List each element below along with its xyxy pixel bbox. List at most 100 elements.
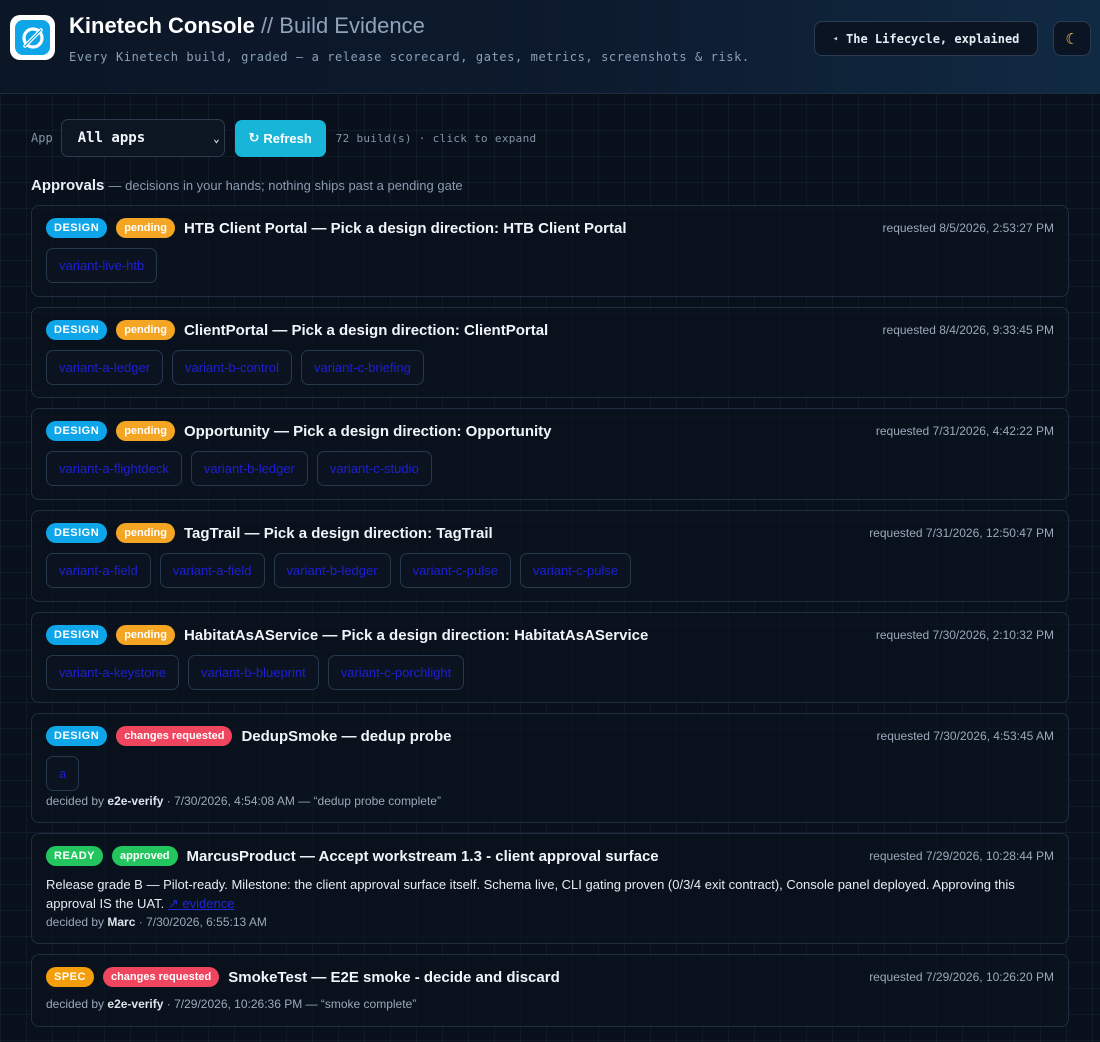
approvals-hint: — decisions in your hands; nothing ships… — [108, 178, 463, 193]
refresh-icon: ↻ — [248, 130, 260, 145]
app-name: Kinetech Console — [69, 13, 255, 38]
requested-time: requested 8/5/2026, 2:53:27 PM — [882, 221, 1054, 235]
kind-badge: DESIGN — [46, 218, 108, 238]
decided-detail: · 7/30/2026, 4:54:08 AM — “dedup probe c… — [166, 794, 441, 808]
chevron-down-icon: ⌄ — [213, 131, 220, 145]
variant-link[interactable]: variant-a-field — [159, 553, 265, 588]
variant-list: variant-a-ledger variant-b-control varia… — [46, 350, 424, 385]
kinetech-logo — [10, 15, 55, 60]
variant-link[interactable]: variant-b-control — [172, 350, 292, 385]
kind-badge: DESIGN — [46, 625, 108, 645]
moon-icon: ☾ — [1065, 30, 1079, 48]
status-badge: approved — [112, 846, 178, 866]
decision-info: decided by Marc · 7/30/2026, 6:55:13 AM — [46, 915, 267, 929]
decided-prefix: decided by — [46, 915, 105, 929]
variant-link[interactable]: variant-c-pulse — [519, 553, 632, 588]
kind-badge: DESIGN — [46, 421, 108, 441]
requested-time: requested 7/29/2026, 10:28:44 PM — [869, 849, 1054, 863]
approval-card[interactable]: SPEC changes requested SmokeTest — E2E s… — [31, 954, 1069, 1027]
app-select[interactable]: All apps ⌄ — [60, 119, 225, 157]
decided-detail: · 7/29/2026, 10:26:36 PM — “smoke comple… — [166, 997, 417, 1011]
status-badge: pending — [116, 218, 175, 238]
status-badge: pending — [116, 523, 175, 543]
variant-link[interactable]: variant-b-ledger — [273, 553, 391, 588]
variant-link[interactable]: variant-a-ledger — [46, 350, 164, 385]
approvals-title: Approvals — [31, 177, 105, 194]
app-filter-label: App — [31, 131, 53, 145]
approval-card[interactable]: DESIGN pending ClientPortal — Pick a des… — [31, 307, 1069, 398]
requested-time: requested 7/30/2026, 4:53:45 AM — [876, 729, 1054, 743]
status-badge: changes requested — [102, 967, 220, 987]
status-badge: pending — [116, 421, 175, 441]
page-tagline: Every Kinetech build, graded — a release… — [69, 50, 750, 64]
status-badge: pending — [116, 625, 175, 645]
approval-title: SmokeTest — E2E smoke - decide and disca… — [228, 968, 560, 986]
variant-list: variant-a-field variant-a-field variant-… — [46, 553, 632, 588]
approval-title: ClientPortal — Pick a design direction: … — [183, 321, 549, 339]
approval-card[interactable]: DESIGN pending HTB Client Portal — Pick … — [31, 205, 1069, 297]
requested-time: requested 8/4/2026, 9:33:45 PM — [882, 323, 1054, 337]
app-header: Kinetech Console // Build Evidence Every… — [0, 0, 1100, 94]
approval-title: Opportunity — Pick a design direction: O… — [183, 422, 552, 440]
refresh-button[interactable]: ↻ Refresh — [234, 119, 326, 157]
variant-list: a — [46, 756, 80, 791]
approval-title: MarcusProduct — Accept workstream 1.3 - … — [186, 847, 659, 865]
app-select-value: All apps — [77, 130, 146, 146]
variant-link[interactable]: variant-a-flightdeck — [46, 451, 182, 486]
build-count: 72 build(s) · click to expand — [335, 131, 537, 145]
variant-link[interactable]: variant-c-briefing — [300, 350, 424, 385]
approval-card[interactable]: DESIGN pending TagTrail — Pick a design … — [31, 510, 1069, 602]
approval-card[interactable]: DESIGN pending HabitatAsAService — Pick … — [31, 612, 1069, 703]
requested-time: requested 7/30/2026, 2:10:32 PM — [875, 628, 1054, 642]
approval-title: HabitatAsAService — Pick a design direct… — [183, 626, 649, 644]
variant-link[interactable]: variant-c-pulse — [399, 553, 511, 588]
kind-badge: DESIGN — [46, 726, 108, 746]
lifecycle-button[interactable]: ◂ The Lifecycle, explained — [814, 21, 1038, 56]
approvals-section-heading: Approvals — decisions in your hands; not… — [31, 177, 463, 194]
approval-title: TagTrail — Pick a design direction: TagT… — [183, 524, 493, 542]
lifecycle-button-label: The Lifecycle, explained — [846, 31, 1020, 46]
decided-prefix: decided by — [46, 997, 105, 1011]
variant-link[interactable]: variant-c-porchlight — [327, 655, 465, 690]
variant-link[interactable]: variant-b-blueprint — [187, 655, 319, 690]
page-subtitle: // Build Evidence — [260, 13, 425, 38]
variant-link[interactable]: variant-a-field — [46, 553, 151, 588]
variant-list: variant-a-keystone variant-b-blueprint v… — [46, 655, 465, 690]
decided-by: Marc — [107, 915, 136, 929]
approval-card[interactable]: DESIGN pending Opportunity — Pick a desi… — [31, 408, 1069, 500]
logo-icon — [21, 26, 44, 49]
variant-link[interactable]: variant-live-htb — [46, 248, 158, 283]
approval-card[interactable]: READY approved MarcusProduct — Accept wo… — [31, 833, 1069, 944]
variant-list: variant-live-htb — [46, 248, 158, 283]
refresh-button-label: Refresh — [263, 130, 312, 146]
theme-toggle-button[interactable]: ☾ — [1053, 21, 1091, 56]
page-title: Kinetech Console // Build Evidence — [69, 13, 425, 39]
requested-time: requested 7/29/2026, 10:26:20 PM — [869, 970, 1054, 984]
kind-badge: DESIGN — [46, 523, 108, 543]
decided-prefix: decided by — [46, 794, 105, 808]
variant-list: variant-a-flightdeck variant-b-ledger va… — [46, 451, 432, 486]
decision-info: decided by e2e-verify · 7/30/2026, 4:54:… — [46, 794, 441, 808]
kind-badge: READY — [46, 846, 104, 866]
requested-time: requested 7/31/2026, 4:42:22 PM — [875, 424, 1054, 438]
approval-description: Release grade B — Pilot-ready. Milestone… — [46, 875, 1054, 913]
decided-detail: · 7/30/2026, 6:55:13 AM — [138, 915, 267, 929]
decision-info: decided by e2e-verify · 7/29/2026, 10:26… — [46, 997, 416, 1011]
variant-link[interactable]: a — [46, 756, 80, 791]
kind-badge: DESIGN — [46, 320, 108, 340]
decided-by: e2e-verify — [107, 997, 164, 1011]
toolbar: App All apps ⌄ ↻ Refresh 72 build(s) · c… — [31, 119, 536, 157]
decided-by: e2e-verify — [107, 794, 164, 808]
variant-link[interactable]: variant-c-studio — [316, 451, 432, 486]
approval-title: HTB Client Portal — Pick a design direct… — [183, 219, 627, 237]
status-badge: pending — [116, 320, 175, 340]
caret-left-icon: ◂ — [832, 33, 839, 44]
status-badge: changes requested — [116, 726, 233, 746]
approval-card[interactable]: DESIGN changes requested DedupSmoke — de… — [31, 713, 1069, 823]
approval-title: DedupSmoke — dedup probe — [241, 727, 452, 745]
kind-badge: SPEC — [46, 967, 94, 987]
variant-link[interactable]: variant-a-keystone — [46, 655, 179, 690]
variant-link[interactable]: variant-b-ledger — [190, 451, 308, 486]
requested-time: requested 7/31/2026, 12:50:47 PM — [869, 526, 1054, 540]
evidence-link[interactable]: ↗ evidence — [168, 896, 235, 911]
